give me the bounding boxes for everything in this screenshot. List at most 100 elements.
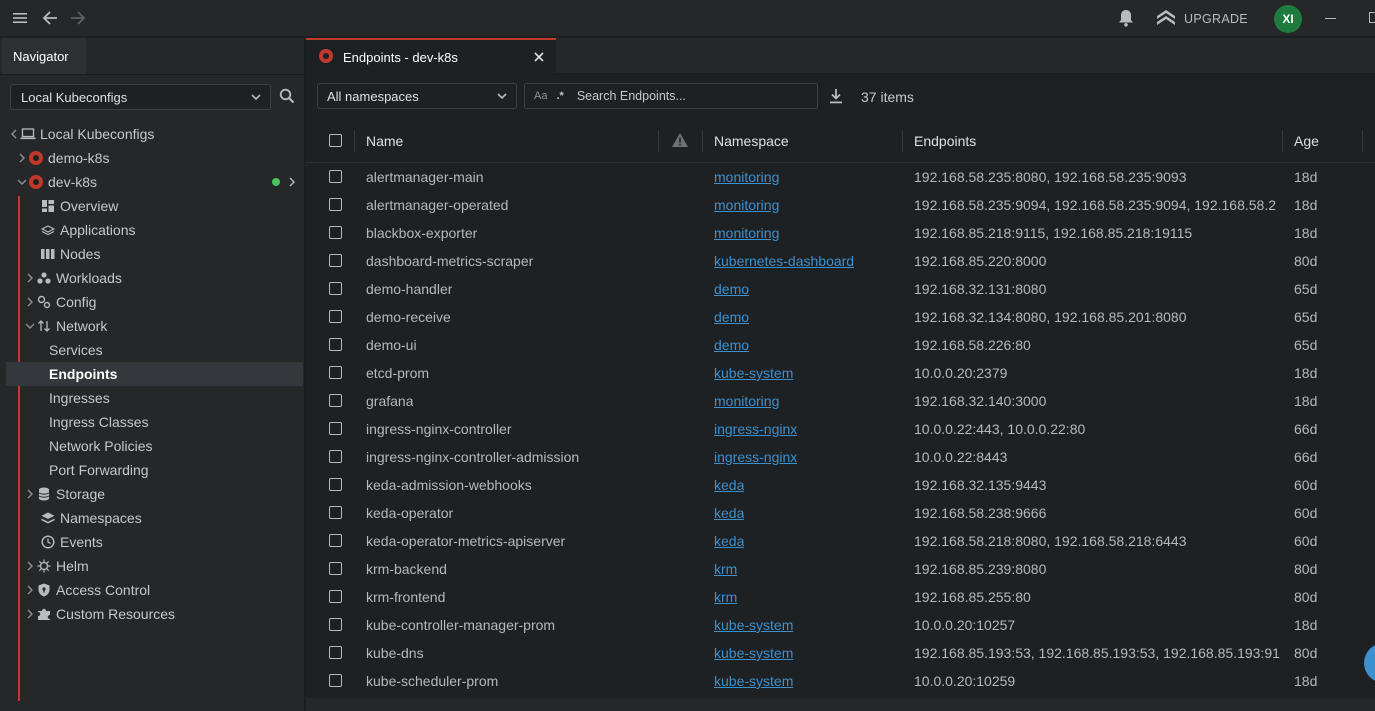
close-icon[interactable]: [534, 49, 544, 65]
cell-namespace-link[interactable]: kube-system: [714, 617, 793, 633]
row-checkbox[interactable]: [329, 422, 342, 435]
search-icon[interactable]: [279, 88, 297, 106]
sidebar-item-endpoints[interactable]: Endpoints: [6, 362, 303, 386]
upgrade-button[interactable]: UPGRADE: [1156, 9, 1248, 28]
download-icon[interactable]: [829, 88, 845, 106]
cell-namespace-link[interactable]: demo: [714, 309, 749, 325]
cell-namespace-link[interactable]: demo: [714, 281, 749, 297]
row-checkbox[interactable]: [329, 506, 342, 519]
row-checkbox[interactable]: [329, 282, 342, 295]
table-row[interactable]: blackbox-exporter monitoring 192.168.85.21…: [306, 219, 1375, 247]
row-checkbox[interactable]: [329, 562, 342, 575]
table-row[interactable]: demo-handler demo 192.168.32.131:8080 65d: [306, 275, 1375, 303]
column-header-namespace[interactable]: Namespace: [714, 133, 789, 149]
sidebar-item-ingress-classes[interactable]: Ingress Classes: [49, 410, 149, 434]
row-checkbox[interactable]: [329, 450, 342, 463]
select-all-checkbox[interactable]: [329, 134, 342, 147]
row-checkbox[interactable]: [329, 310, 342, 323]
sidebar-item-namespaces[interactable]: Namespaces: [28, 506, 142, 530]
tree-item-local-kubeconfigs[interactable]: Local Kubeconfigs: [8, 122, 154, 146]
sidebar-item-overview[interactable]: Overview: [28, 194, 118, 218]
chevron-right-icon[interactable]: [288, 174, 296, 190]
row-checkbox[interactable]: [329, 170, 342, 183]
cell-namespace-link[interactable]: monitoring: [714, 197, 779, 213]
avatar[interactable]: XI: [1274, 5, 1302, 33]
row-checkbox[interactable]: [329, 590, 342, 603]
sidebar-item-custom-resources[interactable]: Custom Resources: [24, 602, 175, 626]
tree-item-cluster-dev-k8s[interactable]: dev-k8s: [16, 170, 305, 194]
bell-icon[interactable]: [1116, 8, 1136, 28]
row-checkbox[interactable]: [329, 394, 342, 407]
row-checkbox[interactable]: [329, 674, 342, 687]
minimize-button[interactable]: [1325, 18, 1336, 19]
row-checkbox[interactable]: [329, 618, 342, 631]
sidebar-item-config[interactable]: Config: [24, 290, 96, 314]
cell-namespace-link[interactable]: kubernetes-dashboard: [714, 253, 854, 269]
navigator-tab[interactable]: Navigator: [2, 38, 86, 74]
table-row[interactable]: kube-scheduler-prom kube-system 10.0.0.20:…: [306, 667, 1375, 695]
table-row[interactable]: kube-dns kube-system 192.168.85.193:53, 19…: [306, 639, 1375, 667]
row-checkbox[interactable]: [329, 338, 342, 351]
table-row[interactable]: keda-admission-webhooks keda 192.168.32.13…: [306, 471, 1375, 499]
sidebar-item-storage[interactable]: Storage: [24, 482, 105, 506]
sidebar-item-services[interactable]: Services: [49, 338, 103, 362]
row-checkbox[interactable]: [329, 534, 342, 547]
cell-namespace-link[interactable]: krm: [714, 561, 737, 577]
sidebar-item-network[interactable]: Network: [24, 314, 107, 338]
table-row[interactable]: demo-ui demo 192.168.58.226:80 65d: [306, 331, 1375, 359]
sidebar-item-network-policies[interactable]: Network Policies: [49, 434, 152, 458]
menu-icon[interactable]: [10, 9, 30, 27]
kubeconfig-select[interactable]: Local Kubeconfigs: [10, 84, 271, 110]
table-row[interactable]: keda-operator-metrics-apiserver keda 192.1…: [306, 527, 1375, 555]
cell-namespace-link[interactable]: keda: [714, 477, 744, 493]
table-row[interactable]: dashboard-metrics-scraper kubernetes-dash…: [306, 247, 1375, 275]
cell-namespace-link[interactable]: kube-system: [714, 365, 793, 381]
forward-arrow-icon[interactable]: [68, 8, 88, 28]
column-header-age[interactable]: Age: [1294, 133, 1319, 149]
back-arrow-icon[interactable]: [40, 8, 60, 28]
cell-namespace-link[interactable]: kube-system: [714, 645, 793, 661]
sidebar-item-applications[interactable]: Applications: [28, 218, 136, 242]
sidebar-item-ingresses[interactable]: Ingresses: [49, 386, 110, 410]
row-checkbox[interactable]: [329, 198, 342, 211]
table-row[interactable]: demo-receive demo 192.168.32.134:8080, 192…: [306, 303, 1375, 331]
column-header-endpoints[interactable]: Endpoints: [914, 133, 976, 149]
table-row[interactable]: alertmanager-operated monitoring 192.168.5…: [306, 191, 1375, 219]
cell-namespace-link[interactable]: monitoring: [714, 169, 779, 185]
sidebar-item-workloads[interactable]: Workloads: [24, 266, 122, 290]
table-row[interactable]: grafana monitoring 192.168.32.140:3000 18d: [306, 387, 1375, 415]
cell-namespace-link[interactable]: monitoring: [714, 225, 779, 241]
cell-namespace-link[interactable]: ingress-nginx: [714, 449, 797, 465]
cell-namespace-link[interactable]: ingress-nginx: [714, 421, 797, 437]
row-checkbox[interactable]: [329, 646, 342, 659]
row-checkbox[interactable]: [329, 366, 342, 379]
cell-namespace-link[interactable]: kube-system: [714, 673, 793, 689]
maximize-button[interactable]: [1369, 12, 1375, 23]
row-checkbox[interactable]: [329, 254, 342, 267]
cell-namespace-link[interactable]: keda: [714, 505, 744, 521]
table-row[interactable]: ingress-nginx-controller-admission ingres…: [306, 443, 1375, 471]
sidebar-item-access-control[interactable]: Access Control: [24, 578, 150, 602]
table-row[interactable]: ingress-nginx-controller ingress-nginx 10.…: [306, 415, 1375, 443]
table-row[interactable]: keda-operator keda 192.168.58.238:9666 60d: [306, 499, 1375, 527]
cell-namespace-link[interactable]: demo: [714, 337, 749, 353]
cell-namespace-link[interactable]: krm: [714, 589, 737, 605]
tab-endpoints[interactable]: Endpoints - dev-k8s: [306, 38, 556, 74]
cell-namespace-link[interactable]: keda: [714, 533, 744, 549]
table-row[interactable]: krm-frontend krm 192.168.85.255:80 80d: [306, 583, 1375, 611]
sidebar-item-events[interactable]: Events: [28, 530, 103, 554]
table-row[interactable]: kube-controller-manager-prom kube-system 1…: [306, 611, 1375, 639]
cell-namespace-link[interactable]: monitoring: [714, 393, 779, 409]
column-header-name[interactable]: Name: [366, 133, 403, 149]
row-checkbox[interactable]: [329, 226, 342, 239]
row-checkbox[interactable]: [329, 478, 342, 491]
table-row[interactable]: krm-backend krm 192.168.85.239:8080 80d: [306, 555, 1375, 583]
sidebar-item-port-forwarding[interactable]: Port Forwarding: [49, 458, 149, 482]
namespace-select[interactable]: All namespaces: [317, 83, 517, 109]
sidebar-item-helm[interactable]: Helm: [24, 554, 89, 578]
table-row[interactable]: alertmanager-main monitoring 192.168.58.23…: [306, 163, 1375, 191]
search-input[interactable]: Aa .* Search Endpoints...: [524, 83, 818, 109]
match-case-toggle[interactable]: Aa: [534, 90, 547, 102]
table-row[interactable]: etcd-prom kube-system 10.0.0.20:2379 18d: [306, 359, 1375, 387]
regex-toggle[interactable]: .*: [556, 90, 563, 102]
